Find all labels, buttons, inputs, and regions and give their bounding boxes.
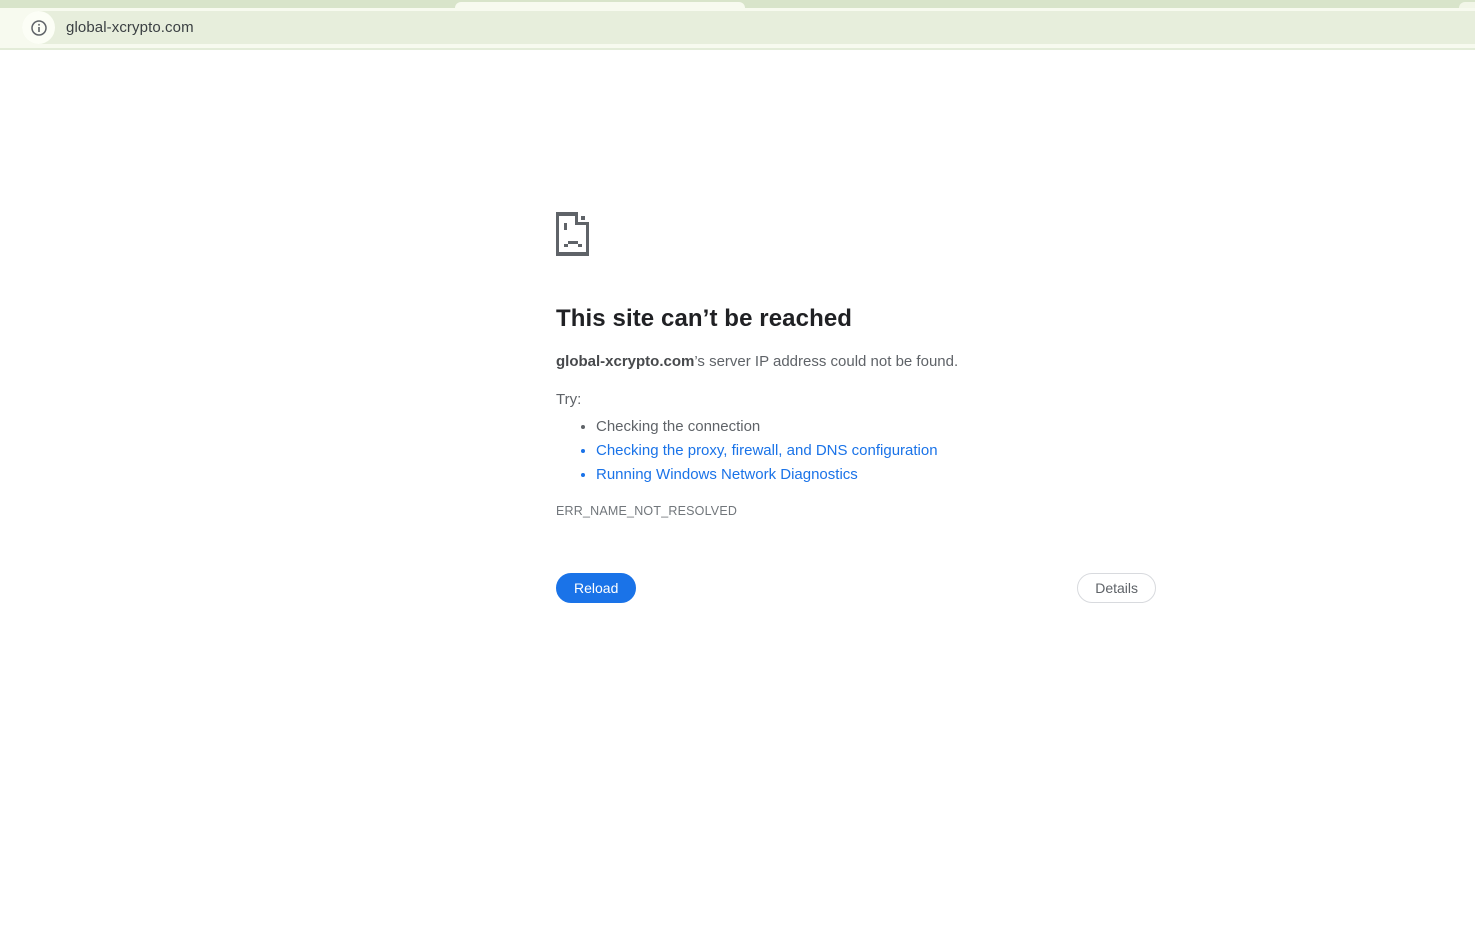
try-label: Try: [556, 390, 1156, 410]
sad-file-icon [556, 212, 589, 256]
error-subtitle-text: ’s server IP address could not be found. [694, 353, 958, 370]
details-button[interactable]: Details [1077, 573, 1156, 603]
error-code: ERR_NAME_NOT_RESOLVED [556, 503, 1156, 519]
reload-button[interactable]: Reload [556, 573, 636, 603]
error-subtitle: global-xcrypto.com’s server IP address c… [556, 352, 1156, 372]
action-row: Reload Details [556, 573, 1156, 603]
info-icon [30, 19, 48, 37]
error-page: This site can’t be reached global-xcrypt… [556, 212, 1156, 603]
suggestion-diagnostics-link[interactable]: Running Windows Network Diagnostics [596, 463, 1156, 487]
suggestion-proxy-link[interactable]: Checking the proxy, firewall, and DNS co… [596, 439, 1156, 463]
tab-strip [0, 0, 1475, 8]
browser-window: global-xcrypto.com This site can’t be re… [0, 0, 1475, 935]
suggestion-connection: Checking the connection [596, 415, 1156, 439]
error-domain: global-xcrypto.com [556, 353, 694, 370]
suggestion-list: Checking the connection Checking the pro… [556, 415, 1156, 487]
browser-toolbar: global-xcrypto.com [0, 8, 1475, 50]
page-title: This site can’t be reached [556, 303, 1156, 334]
address-bar[interactable]: global-xcrypto.com [22, 11, 1475, 44]
site-info-button[interactable] [22, 11, 55, 44]
url-text[interactable]: global-xcrypto.com [66, 19, 194, 36]
